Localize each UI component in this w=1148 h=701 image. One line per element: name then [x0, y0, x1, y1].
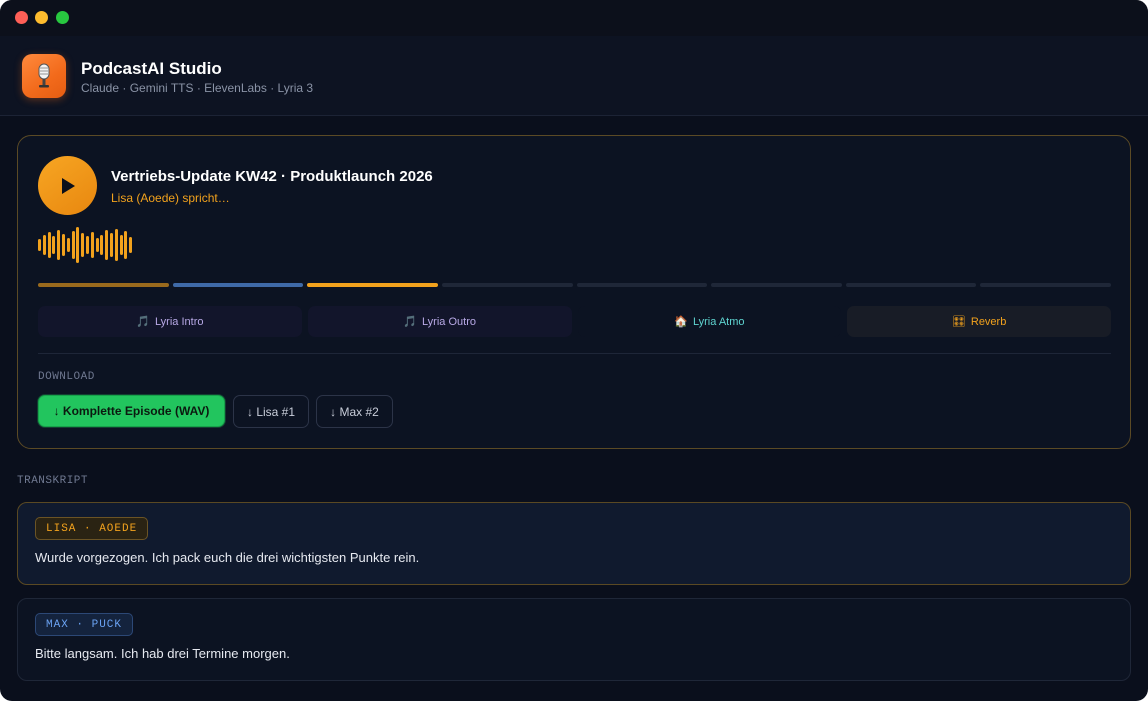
- waveform-bar: [52, 236, 56, 254]
- progress-segment[interactable]: [307, 283, 438, 287]
- waveform-bar: [119, 235, 123, 255]
- waveform-bar: [114, 229, 118, 261]
- transcript-section-label: TRANSKRIPT: [17, 475, 89, 487]
- waveform-bar: [86, 236, 89, 254]
- progress-segment[interactable]: [980, 283, 1111, 287]
- download-lisa-button[interactable]: ↓ Lisa #1: [233, 395, 309, 428]
- lyria-atmo-button[interactable]: 🏠 Lyria Atmo: [577, 306, 842, 337]
- waveform-bar: [42, 235, 46, 255]
- transcript-text: Wurde vorgezogen. Ich pack euch die drei…: [35, 550, 420, 565]
- effect-label: Lyria Atmo: [692, 315, 745, 328]
- music-note-icon: 🎵: [136, 316, 150, 328]
- minimize-window-button[interactable]: [35, 11, 48, 24]
- waveform-bar: [105, 230, 109, 260]
- waveform-bar: [129, 237, 133, 253]
- download-max-button[interactable]: ↓ Max #2: [316, 395, 393, 428]
- progress-segment[interactable]: [576, 283, 708, 287]
- download-full-episode-button[interactable]: ↓ Komplette Episode (WAV): [38, 395, 225, 427]
- app-window: PodcastAI Studio Claude · Gemini TTS · E…: [0, 0, 1148, 701]
- player-card: Vertriebs-Update KW42 · Produktlaunch 20…: [17, 135, 1131, 449]
- reverb-button[interactable]: 🎛 Reverb: [847, 306, 1111, 337]
- lyria-intro-button[interactable]: 🎵 Lyria Intro: [38, 306, 302, 337]
- effect-label: Reverb: [970, 315, 1007, 328]
- progress-segment[interactable]: [845, 283, 977, 287]
- waveform-bar: [62, 234, 65, 256]
- music-note-icon: 🎵: [403, 316, 417, 328]
- section-divider: [38, 353, 1111, 354]
- transcript-entry-lisa: LISA · AOEDE Wurde vorgezogen. Ich pack …: [17, 502, 1131, 585]
- waveform-bar: [124, 231, 128, 259]
- waveform-bar: [81, 233, 85, 257]
- microphone-icon: [22, 54, 66, 98]
- play-icon: [61, 177, 75, 194]
- speaker-tag-lisa: LISA · AOEDE: [35, 517, 149, 540]
- transcript-text: Bitte langsam. Ich hab drei Termine morg…: [35, 646, 290, 661]
- audio-waveform: [38, 226, 158, 264]
- maximize-window-button[interactable]: [56, 11, 69, 24]
- speaking-status: Lisa (Aoede) spricht…: [111, 191, 230, 205]
- app-header: PodcastAI Studio Claude · Gemini TTS · E…: [0, 36, 1148, 116]
- progress-segment[interactable]: [441, 283, 573, 287]
- speaker-tag-max: MAX · PUCK: [35, 613, 134, 636]
- waveform-bar: [76, 227, 80, 263]
- episode-title: Vertriebs-Update KW42 · Produktlaunch 20…: [111, 168, 433, 185]
- transcript-entry-max: MAX · PUCK Bitte langsam. Ich hab drei T…: [17, 598, 1131, 681]
- close-window-button[interactable]: [15, 11, 28, 24]
- episode-progress-segments: [38, 283, 1111, 288]
- lyria-outro-button[interactable]: 🎵 Lyria Outro: [307, 306, 572, 337]
- app-subtitle: Claude · Gemini TTS · ElevenLabs · Lyria…: [81, 81, 314, 95]
- effect-label: Lyria Intro: [154, 315, 204, 328]
- download-section-label: DOWNLOAD: [38, 371, 95, 383]
- mixer-icon: 🎛: [951, 316, 966, 328]
- waveform-bar: [47, 232, 51, 258]
- play-button[interactable]: [38, 156, 97, 215]
- waveform-bar: [71, 231, 75, 259]
- progress-segment[interactable]: [38, 283, 169, 287]
- waveform-bar: [57, 230, 61, 260]
- progress-segment[interactable]: [711, 283, 842, 287]
- window-titlebar: [0, 0, 1148, 36]
- waveform-bar: [66, 238, 70, 252]
- progress-segment[interactable]: [172, 283, 304, 287]
- app-title: PodcastAI Studio: [81, 59, 222, 78]
- effects-row: 🎵 Lyria Intro 🎵 Lyria Outro 🏠 Lyria Atmo 🎛 Reve…: [38, 306, 1111, 337]
- effect-label: Lyria Outro: [421, 315, 476, 328]
- waveform-bar: [95, 238, 99, 252]
- waveform-bar: [110, 233, 113, 257]
- waveform-bar: [38, 239, 41, 251]
- house-icon: 🏠: [674, 316, 688, 328]
- waveform-bar: [90, 232, 94, 258]
- waveform-bar: [100, 235, 104, 255]
